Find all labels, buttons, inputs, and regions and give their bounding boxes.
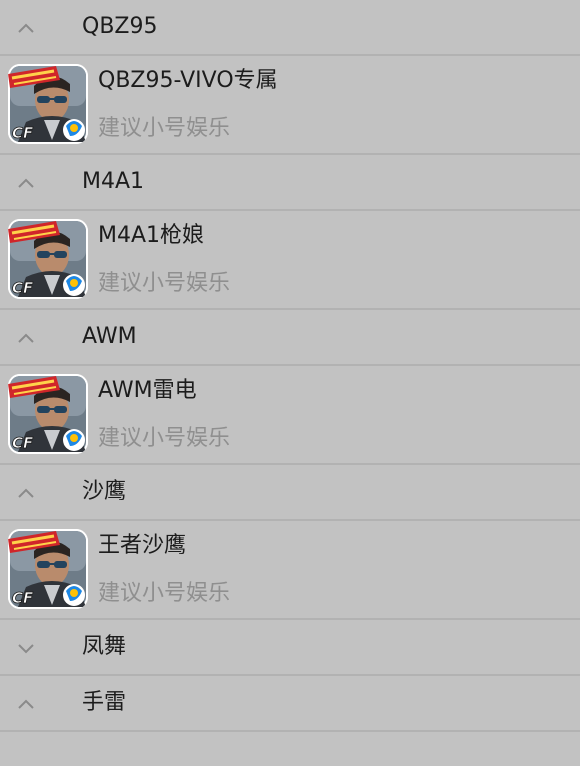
chevron-up-icon[interactable] <box>16 694 36 714</box>
item-title: AWM雷电 <box>98 378 197 403</box>
chevron-up-icon[interactable] <box>16 328 36 348</box>
weapon-list: QBZ95 QBZ95-VIVO专属 建议小号娱乐 M4A1 M4A1枪娘 建议… <box>0 0 580 732</box>
game-app-icon <box>8 374 88 454</box>
group-title: 凤舞 <box>82 634 127 659</box>
chevron-down-icon[interactable] <box>16 638 36 658</box>
chevron-up-icon[interactable] <box>16 173 36 193</box>
list-item[interactable]: 王者沙鹰 建议小号娱乐 <box>0 521 580 620</box>
item-title: 王者沙鹰 <box>98 533 187 558</box>
group-title: AWM <box>82 324 137 349</box>
game-app-icon <box>8 529 88 609</box>
group-title: 沙鹰 <box>82 479 127 504</box>
chevron-up-icon[interactable] <box>16 483 36 503</box>
group-title: QBZ95 <box>82 14 158 39</box>
item-subtitle: 建议小号娱乐 <box>98 271 231 296</box>
list-item[interactable]: AWM雷电 建议小号娱乐 <box>0 366 580 465</box>
chevron-up-icon[interactable] <box>16 18 36 38</box>
game-app-icon <box>8 64 88 144</box>
item-title: M4A1枪娘 <box>98 223 205 248</box>
list-item[interactable]: M4A1枪娘 建议小号娱乐 <box>0 211 580 310</box>
game-app-icon <box>8 219 88 299</box>
group-header-fengwu[interactable]: 凤舞 <box>0 620 580 676</box>
item-subtitle: 建议小号娱乐 <box>98 581 231 606</box>
item-subtitle: 建议小号娱乐 <box>98 426 231 451</box>
item-title: QBZ95-VIVO专属 <box>98 68 278 93</box>
list-item[interactable]: QBZ95-VIVO专属 建议小号娱乐 <box>0 56 580 155</box>
group-title: M4A1 <box>82 169 145 194</box>
group-title: 手雷 <box>82 690 127 715</box>
group-header-awm[interactable]: AWM <box>0 310 580 366</box>
group-header-qbz95[interactable]: QBZ95 <box>0 0 580 56</box>
group-header-m4a1[interactable]: M4A1 <box>0 155 580 211</box>
group-header-grenade[interactable]: 手雷 <box>0 676 580 732</box>
group-header-desert-eagle[interactable]: 沙鹰 <box>0 465 580 521</box>
item-subtitle: 建议小号娱乐 <box>98 116 231 141</box>
